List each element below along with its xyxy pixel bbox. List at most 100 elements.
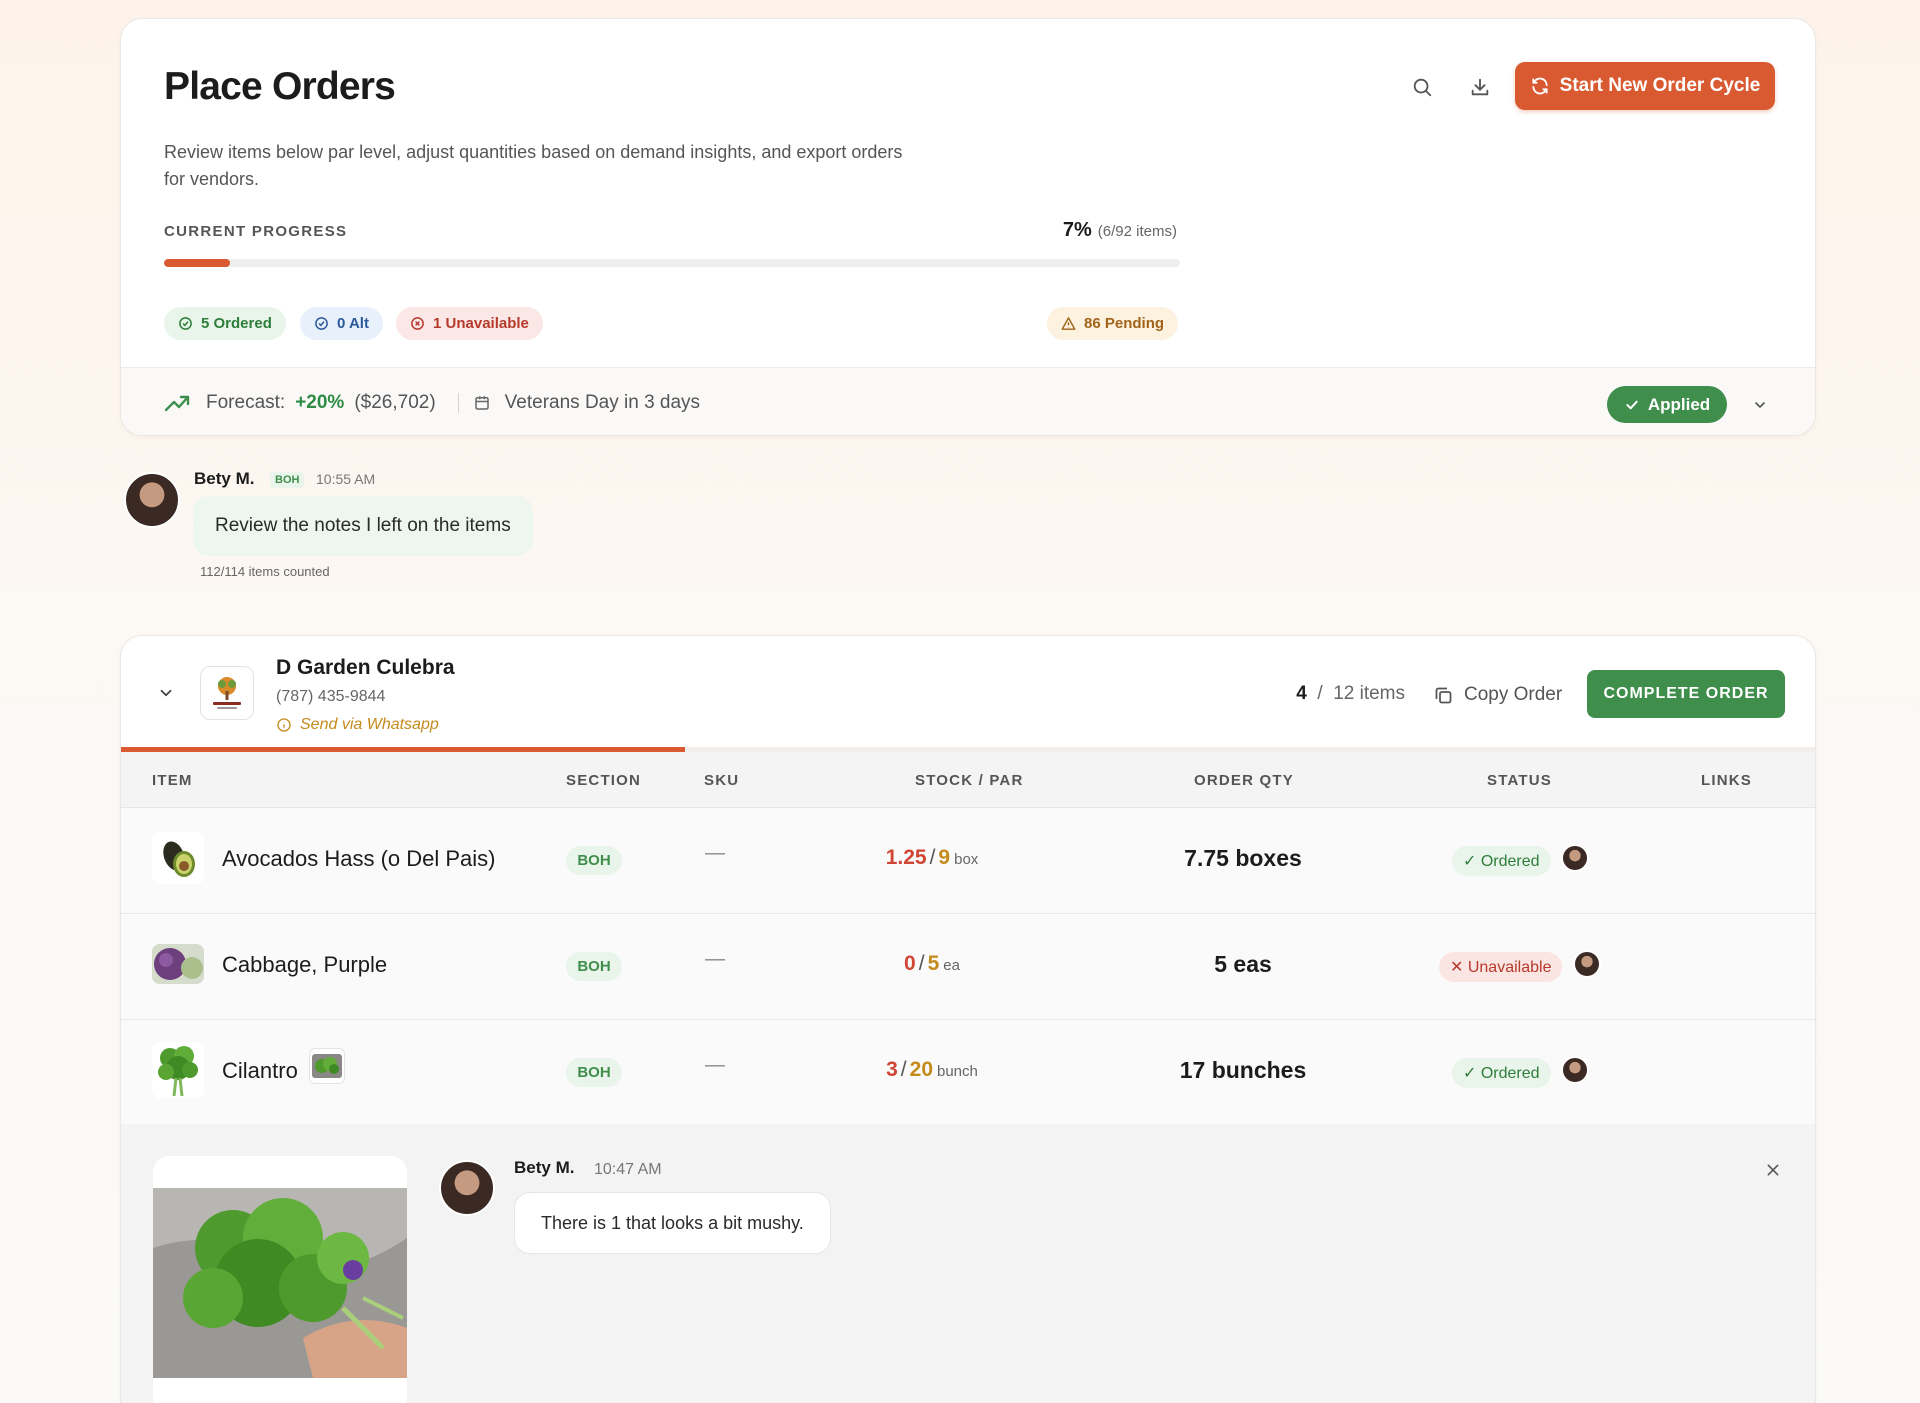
send-via-whatsapp-link[interactable]: Send via Whatsapp — [276, 716, 439, 734]
forecast-divider — [457, 392, 459, 413]
column-header-order-qty[interactable]: ORDER QTY — [1194, 772, 1294, 789]
order-qty[interactable]: 5 eas — [1121, 951, 1365, 978]
chevron-down-icon — [1755, 402, 1765, 408]
comment-bubble: There is 1 that looks a bit mushy. — [514, 1192, 831, 1254]
item-thumbnail — [152, 944, 204, 984]
vendor-collapse-button[interactable] — [151, 678, 181, 708]
item-name[interactable]: Cilantro — [222, 1058, 298, 1084]
check-circle-icon — [315, 317, 328, 330]
comment-bubble: Review the notes I left on the items — [193, 496, 533, 556]
forecast-change: +20% — [295, 391, 345, 413]
column-header-sku[interactable]: SKU — [704, 772, 739, 789]
photo-thumbnail-icon — [312, 1054, 342, 1078]
stock-par: 0/5 ea — [904, 952, 960, 975]
forecast-label: Forecast: — [206, 391, 286, 413]
progress-bar — [164, 259, 1180, 267]
vendor-phone: (787) 435-9844 — [276, 688, 386, 705]
complete-order-button[interactable]: COMPLETE ORDER — [1587, 670, 1785, 718]
item-comment-panel: Bety M. 10:47 AM There is 1 that looks a… — [121, 1124, 1815, 1403]
download-button[interactable] — [1460, 67, 1500, 107]
copy-icon — [1435, 687, 1452, 703]
column-header-stock-par[interactable]: STOCK / PAR — [915, 772, 1024, 789]
vendor-name: D Garden Culebra — [276, 656, 455, 679]
avatar — [1561, 1056, 1589, 1084]
table-row[interactable]: Avocados Hass (o Del Pais) BOH — 1.25/9 b… — [121, 808, 1815, 914]
stock-par: 1.25/9 box — [885, 846, 979, 869]
close-icon — [1767, 1164, 1779, 1176]
comment-meta: 112/114 items counted — [200, 564, 330, 579]
par-value: 20 — [909, 1058, 933, 1081]
stock-value: 1.25 — [885, 846, 927, 869]
header-card: Place Orders Review items below par leve… — [120, 18, 1816, 436]
check-icon — [1626, 400, 1638, 409]
order-qty[interactable]: 7.75 boxes — [1121, 845, 1365, 872]
comment-photo-card[interactable] — [153, 1156, 407, 1403]
comment-author: Bety M. — [194, 469, 255, 488]
vendor-count-total: 12 items — [1333, 683, 1405, 704]
search-icon — [1413, 78, 1432, 97]
table-row[interactable]: Cabbage, Purple BOH — 0/5 ea 5 eas ✕ Unav… — [121, 914, 1815, 1020]
trending-up-icon — [164, 395, 190, 411]
table-row[interactable]: Cilantro BOH — 3/20 bunch 17 bunches ✓ Or… — [121, 1020, 1815, 1126]
alt-pill[interactable]: 0 Alt — [300, 307, 383, 340]
download-icon — [1471, 78, 1489, 96]
cabbage-icon — [152, 944, 204, 984]
column-header-links[interactable]: LINKS — [1701, 772, 1752, 789]
stock-value: 3 — [886, 1058, 898, 1081]
pending-pill-label: 86 Pending — [1084, 315, 1165, 332]
item-photo-attachment[interactable] — [309, 1048, 345, 1084]
status-badge[interactable]: ✓ Ordered — [1452, 1058, 1551, 1088]
page-subtitle: Review items below par level, adjust qua… — [164, 142, 903, 189]
vendor-item-count: 4 / 12 items — [1296, 683, 1405, 704]
section-badge: BOH — [566, 846, 622, 875]
vendor-card: D Garden Culebra (787) 435-9844 Send via… — [120, 635, 1816, 1403]
warning-icon — [1061, 317, 1076, 330]
unavailable-pill[interactable]: 1 Unavailable — [396, 307, 543, 340]
search-button[interactable] — [1402, 67, 1442, 107]
info-icon — [277, 718, 291, 732]
progress-value: 7% (6/92 items) — [1063, 219, 1177, 242]
avatar — [124, 472, 180, 528]
item-name[interactable]: Cabbage, Purple — [222, 952, 387, 978]
column-header-section[interactable]: SECTION — [566, 772, 641, 789]
sku-value: — — [705, 842, 725, 864]
ordered-pill[interactable]: 5 Ordered — [164, 307, 286, 340]
status-badge[interactable]: ✓ Ordered — [1452, 846, 1551, 876]
comment-time: 10:55 AM — [316, 471, 376, 487]
progress-percent: 7% — [1062, 219, 1092, 241]
order-qty[interactable]: 17 bunches — [1121, 1057, 1365, 1084]
par-value: 5 — [927, 952, 940, 975]
start-new-order-cycle-label: Start New Order Cycle — [1559, 75, 1761, 96]
forecast-event: Veterans Day in 3 days — [504, 391, 701, 413]
stock-value: 0 — [904, 952, 916, 975]
cilantro-icon — [158, 1046, 198, 1097]
avocado-icon — [163, 841, 195, 877]
status-badge[interactable]: ✕ Unavailable — [1439, 952, 1563, 982]
refresh-icon — [1532, 77, 1548, 95]
copy-order-label: Copy Order — [1464, 684, 1563, 705]
start-new-order-cycle-button[interactable]: Start New Order Cycle — [1515, 62, 1775, 110]
item-thumbnail — [152, 1042, 204, 1098]
alt-pill-label: 0 Alt — [337, 315, 369, 332]
sku-value: — — [705, 1054, 725, 1076]
item-thumbnail — [152, 832, 204, 884]
forecast-applied-button[interactable]: Applied — [1607, 386, 1727, 423]
chevron-down-icon — [160, 689, 172, 697]
forecast-expand-button[interactable] — [1745, 390, 1775, 420]
column-header-item[interactable]: ITEM — [152, 772, 193, 789]
forecast-amount: ($26,702) — [354, 391, 436, 413]
calendar-icon — [474, 395, 489, 410]
copy-order-button[interactable]: Copy Order — [1433, 675, 1562, 715]
comment-author: Bety M. — [514, 1158, 575, 1177]
cilantro-photo-icon — [153, 1188, 407, 1378]
page-title: Place Orders — [164, 65, 396, 108]
comment-photo — [153, 1188, 407, 1378]
comment-time: 10:47 AM — [594, 1161, 662, 1178]
column-header-status[interactable]: STATUS — [1487, 772, 1552, 789]
item-name[interactable]: Avocados Hass (o Del Pais) — [222, 846, 496, 872]
table-header: ITEM SECTION SKU STOCK / PAR ORDER QTY S… — [121, 752, 1815, 808]
vendor-count-done: 4 — [1296, 683, 1307, 704]
ordered-pill-label: 5 Ordered — [201, 315, 272, 332]
close-comment-button[interactable] — [1761, 1158, 1785, 1182]
pending-pill[interactable]: 86 Pending — [1047, 307, 1179, 340]
